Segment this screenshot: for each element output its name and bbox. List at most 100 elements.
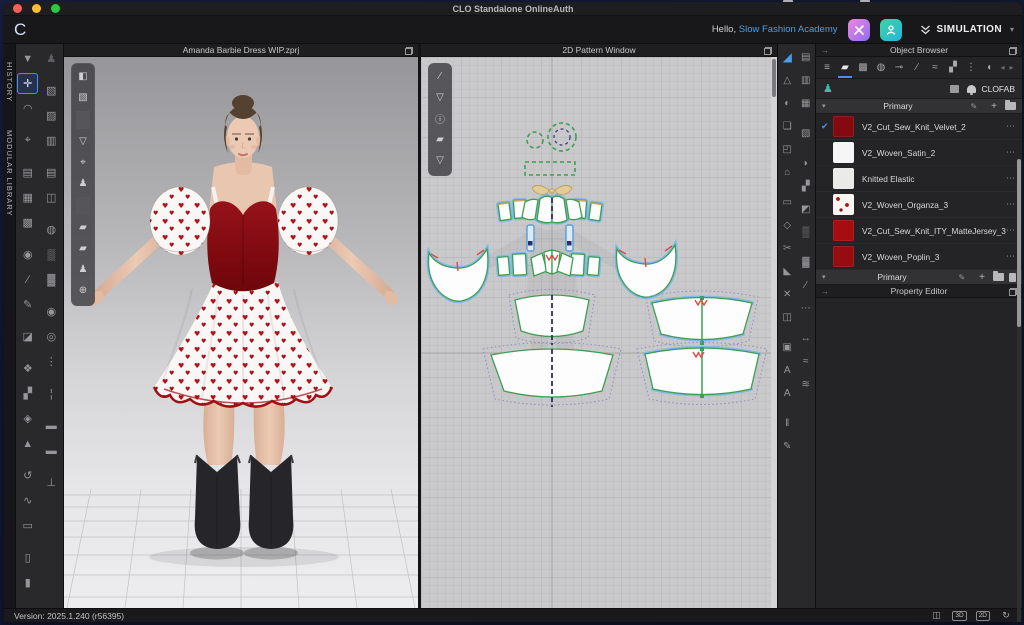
polygon-pattern-tool[interactable]: ⌂	[779, 163, 796, 181]
tab-buttonhole[interactable]: ⊸	[890, 58, 908, 78]
tab-zipper[interactable]: ▞	[944, 58, 962, 78]
symmetric-paste-tool[interactable]: ◫	[779, 308, 796, 326]
fabric-menu-button[interactable]: ⋯	[1006, 199, 1016, 210]
tab-puckering[interactable]: ≈	[926, 58, 944, 78]
skirt-tier2-right[interactable]	[637, 343, 767, 405]
sewing-machine-tool[interactable]: ▤	[17, 162, 38, 183]
add-fabric-button-2[interactable]: +	[979, 272, 985, 283]
fold-arrangement-tool[interactable]: ↺	[17, 465, 38, 486]
fabric-group-header-bottom[interactable]: ▾ Primary ✎ +	[816, 270, 1022, 285]
segment-sewing-tool[interactable]: ▦	[17, 187, 38, 208]
show-pins-button[interactable]: ⌖	[74, 153, 92, 171]
add-folder-button-2[interactable]	[993, 273, 1004, 281]
drape-cape-tool[interactable]: ▲	[17, 433, 38, 454]
skirt-tier2-center[interactable]	[483, 343, 621, 408]
edge-measure-tool[interactable]: ↔	[797, 329, 814, 347]
zipper-open-tool[interactable]: ⊥	[41, 472, 62, 493]
select-lasso-tool[interactable]: ◠	[17, 98, 38, 119]
collapse-panel-icon[interactable]: →	[821, 46, 829, 55]
roll-variant-tool[interactable]: ▬	[41, 440, 62, 461]
fabric-menu-button[interactable]: ⋯	[1006, 251, 1016, 262]
sync-button[interactable]: ↻	[999, 611, 1013, 621]
fabric-brush-tool[interactable]: ✎	[17, 294, 38, 315]
button-tool[interactable]: ◉	[41, 301, 62, 322]
auto-sew-tool[interactable]: ▧	[797, 124, 814, 142]
measuring-tape-tool[interactable]: ▭	[17, 515, 38, 536]
zipper-pull-tool[interactable]: ⋮	[41, 351, 62, 372]
garment-texture-button[interactable]: ▧	[74, 88, 92, 106]
shirt-texture-tool[interactable]: ▓	[797, 253, 814, 271]
modular-library-tab[interactable]: MODULAR LIBRARY	[5, 120, 14, 227]
flatten-tool[interactable]: ◪	[17, 326, 38, 347]
float-window-icon[interactable]	[405, 47, 413, 55]
tab-button[interactable]: ◍	[872, 58, 890, 78]
fit-map-tool[interactable]: ▥	[41, 130, 62, 151]
fabric-swatch[interactable]	[833, 142, 854, 163]
needle-tool[interactable]: ∕	[17, 269, 38, 290]
bodice-pieces[interactable]	[498, 196, 602, 222]
fabric-item[interactable]: ✔ V2_Cut_Sew_Knit_Velvet_2 ⋯	[816, 114, 1022, 140]
shirt-variant-tool[interactable]: ▮	[17, 572, 38, 593]
tab-fabric[interactable]: ▰	[836, 58, 854, 78]
simulation-mode-button[interactable]: SIMULATION	[920, 24, 1002, 35]
tab-graphic[interactable]: ▩	[854, 58, 872, 78]
rename-group-icon-2[interactable]: ✎	[958, 273, 965, 282]
rename-group-icon[interactable]: ✎	[970, 102, 977, 111]
render-style-button[interactable]: ◧	[74, 67, 92, 85]
duplicate-button[interactable]	[1009, 273, 1016, 282]
float-property-icon[interactable]	[1009, 288, 1017, 296]
avatar-skin-button[interactable]: ♟	[74, 260, 92, 278]
view-2d-button[interactable]: 2D	[976, 611, 990, 621]
fabric-swatch[interactable]	[833, 194, 854, 215]
library-icon[interactable]	[950, 85, 959, 93]
split-view-button[interactable]: ◫	[929, 611, 943, 621]
mn-sew-tool[interactable]: ▦	[797, 94, 814, 112]
fabric-roll-tool[interactable]: ▬	[41, 415, 62, 436]
avatar-3d-render[interactable]: ♥ ♥	[64, 57, 418, 608]
tab-piping[interactable]: ⋮	[962, 58, 980, 78]
viewport-3d-titlebar[interactable]: Amanda Barbie Dress WIP.zprj	[64, 44, 418, 57]
clo-set-button[interactable]	[880, 19, 902, 41]
pattern-scrollbar[interactable]	[771, 57, 777, 608]
avatar-pose-tool[interactable]: ♟	[41, 48, 62, 69]
ai-style-button[interactable]	[848, 19, 870, 41]
show-fabric-button[interactable]: ▰	[74, 218, 92, 236]
tab-scene[interactable]: ≡	[818, 58, 836, 78]
viewport-3d-canvas[interactable]: ◧▧▽⌖♟▰▰♟⊕ ♥ ♥	[64, 57, 418, 608]
topstitch-tool[interactable]: ⋯	[797, 299, 814, 317]
cut-sew-tool[interactable]: ✕	[779, 285, 796, 303]
show-environment-button[interactable]: ⊕	[74, 281, 92, 299]
arrange-pieces-tool[interactable]: ❖	[17, 358, 38, 379]
rectangle-pattern-tool[interactable]: ▭	[779, 193, 796, 211]
edit-curvature-tool[interactable]: ◐	[779, 94, 796, 112]
show-texture-2d-button[interactable]: ▽	[431, 151, 449, 169]
pattern-canvas[interactable]: ∕▽ⓘ▰▽ .dashG{fill:none;stroke:#3f9e52;st…	[421, 57, 777, 608]
pattern-pieces[interactable]: .dashG{fill:none;stroke:#3f9e52;stroke-w…	[421, 57, 777, 608]
edit-pattern-tool[interactable]: △	[779, 71, 796, 89]
pattern-info-button[interactable]: ⓘ	[431, 109, 449, 127]
texture-brush-tool[interactable]: ✎	[779, 437, 796, 455]
detail-measure-tool[interactable]: ◉	[17, 244, 38, 265]
fabric-swatch[interactable]	[833, 116, 854, 137]
annotation-tool[interactable]: A	[779, 384, 796, 402]
tab-topstitch[interactable]: ∕	[908, 58, 926, 78]
float-window-icon-2d[interactable]	[764, 47, 772, 55]
mesh-view-tool[interactable]: ◍	[41, 219, 62, 240]
edit-curve-point-tool[interactable]: ❏	[779, 117, 796, 135]
layer-garment-tool[interactable]: ◈	[17, 408, 38, 429]
edit-curve-3d-tool[interactable]: ∿	[17, 490, 38, 511]
fabric-item[interactable]: ✔ V2_Cut_Sew_Knit_ITY_MatteJersey_3 ⋯	[816, 218, 1022, 244]
tabs-scroll-left-button[interactable]: ◂	[998, 63, 1007, 72]
seam-ripper-tool[interactable]: ✂	[779, 239, 796, 257]
fabric-menu-button[interactable]: ⋯	[1006, 225, 1016, 236]
add-folder-button[interactable]	[1005, 102, 1016, 110]
fabric-item[interactable]: ✔ V2_Woven_Satin_2 ⋯	[816, 140, 1022, 166]
simulate-button[interactable]: ▼	[17, 48, 38, 69]
add-point-line-tool[interactable]: ◰	[779, 140, 796, 158]
fabric-swatch[interactable]	[833, 220, 854, 241]
fabric-menu-button[interactable]: ⋯	[1006, 147, 1016, 158]
clofab-bell-icon[interactable]	[967, 85, 976, 93]
show-pattern-button[interactable]: ▽	[431, 88, 449, 106]
trace-tool[interactable]: ◣	[779, 262, 796, 280]
strain-map-tool[interactable]: ◫	[41, 187, 62, 208]
